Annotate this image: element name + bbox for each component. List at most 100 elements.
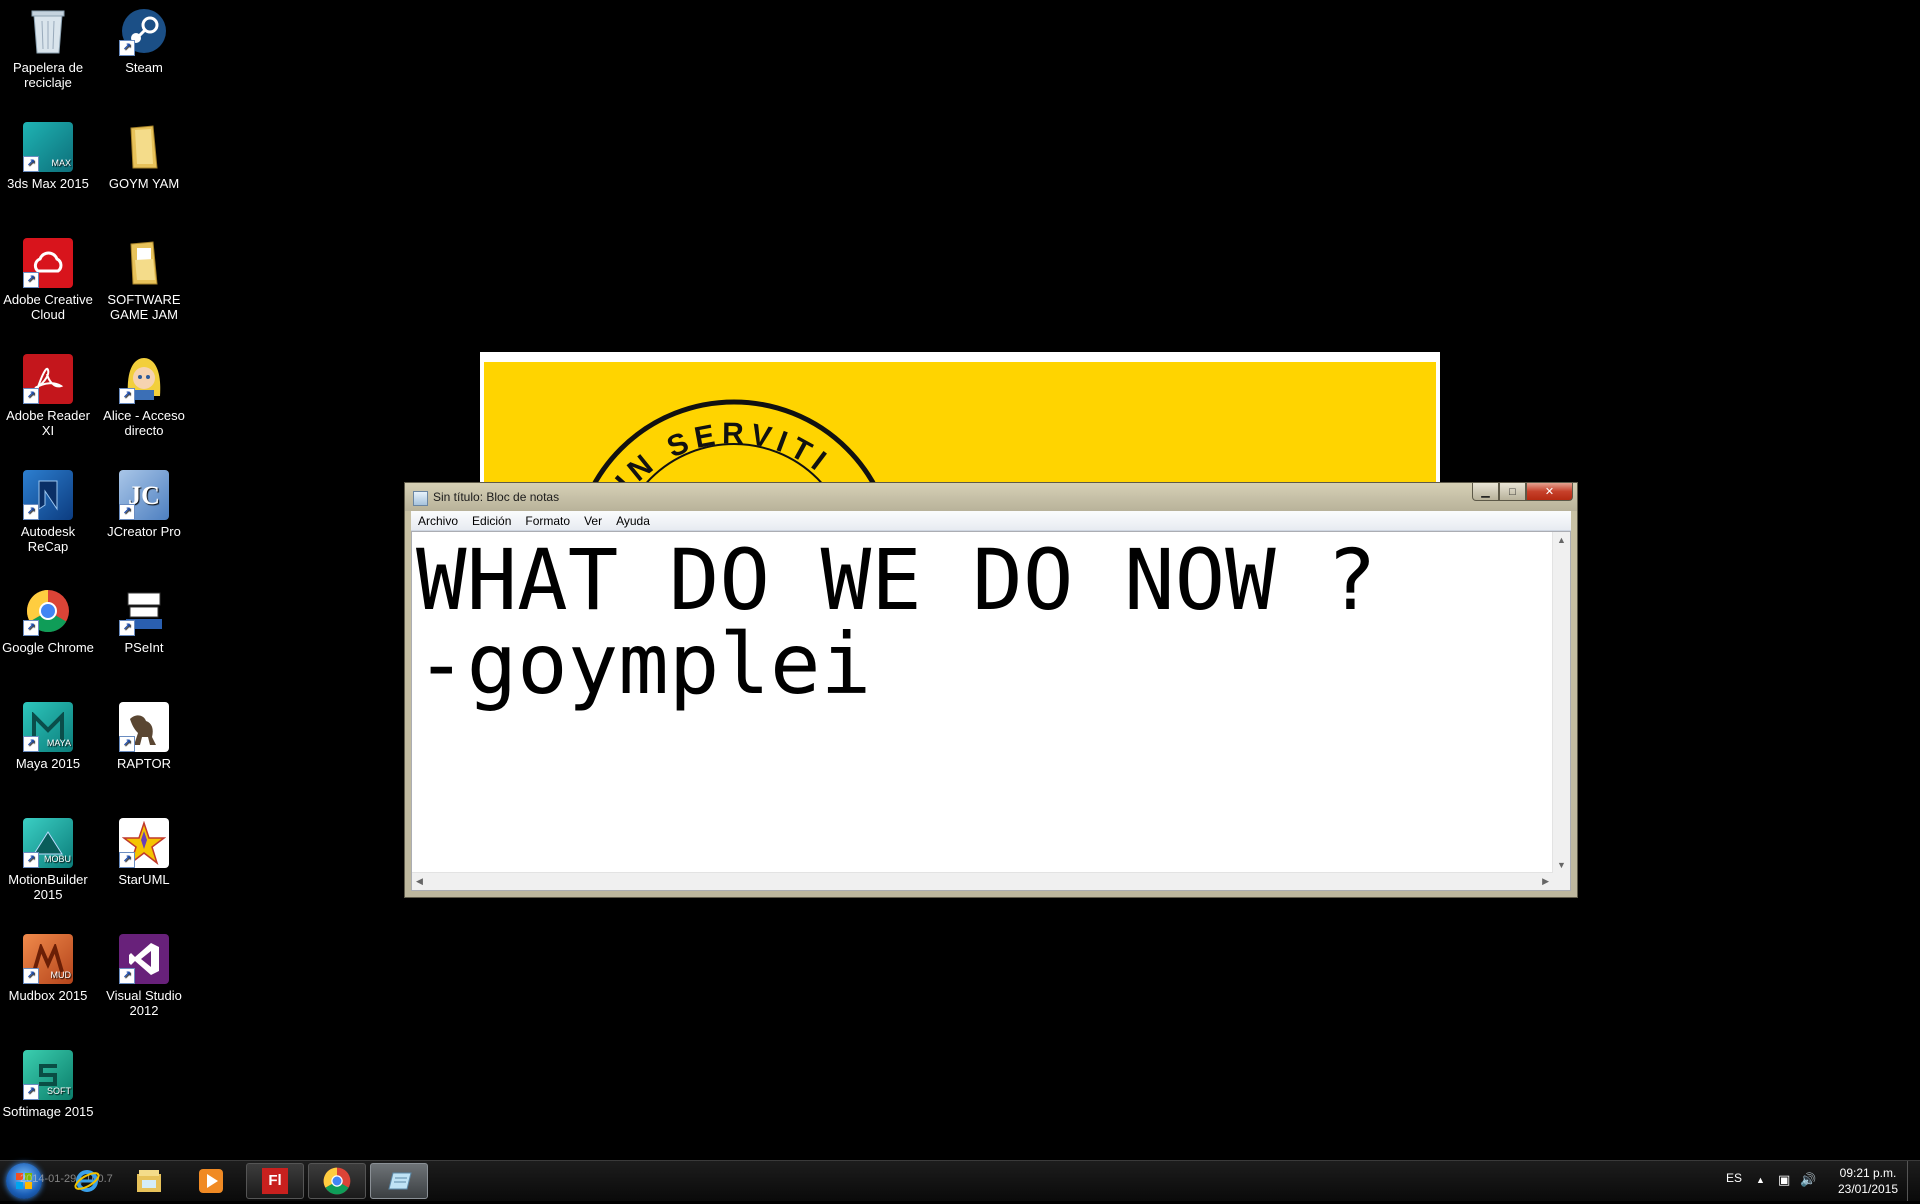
pseint-icon: ↗	[119, 586, 169, 636]
visual-studio-icon: ↗	[119, 934, 169, 984]
shortcut-arrow-icon: ↗	[23, 156, 39, 172]
desktop-icon-label: Maya 2015	[15, 756, 81, 771]
window-controls: ▁ □ ✕	[1472, 483, 1573, 501]
desktop-icon-motionbuilder[interactable]: MOBU ↗ MotionBuilder 2015	[0, 812, 96, 902]
creative-cloud-icon: ↗	[23, 238, 73, 288]
desktop-icon-recycle-bin[interactable]: Papelera de reciclaje	[0, 0, 96, 90]
shortcut-arrow-icon: ↗	[23, 736, 39, 752]
desktop-icon-label: Softimage 2015	[2, 1104, 94, 1119]
desktop-icon-visual-studio[interactable]: ↗ Visual Studio 2012	[96, 928, 192, 1018]
file-explorer-icon[interactable]	[134, 1166, 164, 1196]
desktop-icon-chrome[interactable]: ↗ Google Chrome	[0, 580, 96, 655]
media-player-icon[interactable]	[196, 1166, 226, 1196]
desktop-icon-jcreator[interactable]: JC ↗ JCreator Pro	[96, 464, 192, 539]
clock[interactable]: 09:21 p.m. 23/01/2015	[1830, 1165, 1906, 1197]
notepad-titlebar[interactable]: Sin título: Bloc de notas ▁ □ ✕	[405, 483, 1577, 511]
yellow-banner: IS IN SERVITI	[484, 362, 1436, 492]
chrome-icon: ↗	[23, 586, 73, 636]
folder-icon	[119, 238, 169, 288]
desktop-icon-creative-cloud[interactable]: ↗ Adobe Creative Cloud	[0, 232, 96, 322]
volume-icon[interactable]: 🔊	[1800, 1172, 1816, 1188]
scrollbar-corner	[1553, 873, 1570, 890]
desktop-icon-label: MotionBuilder 2015	[8, 872, 88, 902]
desktop-icon-label: Steam	[125, 60, 163, 75]
menu-ayuda[interactable]: Ayuda	[609, 514, 657, 528]
desktop-icon-label: StarUML	[118, 872, 170, 887]
shortcut-arrow-icon: ↗	[23, 1084, 39, 1100]
desktop-icon-label: PSeInt	[124, 640, 164, 655]
text-line: -goymplei	[416, 615, 872, 713]
recycle-bin-icon	[23, 6, 73, 56]
shortcut-arrow-icon: ↗	[23, 272, 39, 288]
scroll-left-icon[interactable]: ◀	[416, 876, 423, 887]
desktop-icon-label: RAPTOR	[117, 756, 171, 771]
desktop-icon-label: Visual Studio 2012	[106, 988, 182, 1018]
internet-explorer-icon[interactable]	[72, 1166, 102, 1196]
jcreator-icon: JC ↗	[119, 470, 169, 520]
taskbar-flash[interactable]: Fl	[246, 1163, 304, 1199]
alice-icon: ↗	[119, 354, 169, 404]
menu-edicion[interactable]: Edición	[465, 514, 518, 528]
show-desktop-button[interactable]	[1907, 1161, 1920, 1201]
desktop-icon-label: 3ds Max 2015	[7, 176, 89, 191]
desktop-icon-steam[interactable]: ↗ Steam	[96, 0, 192, 75]
shortcut-arrow-icon: ↗	[23, 388, 39, 404]
steam-icon: ↗	[119, 6, 169, 56]
document-text[interactable]: WHAT DO WE DO NOW ? -goymplei	[416, 538, 1550, 868]
notepad-icon	[413, 491, 428, 506]
shortcut-arrow-icon: ↗	[23, 504, 39, 520]
shortcut-arrow-icon: ↗	[23, 852, 39, 868]
desktop-icon-pseint[interactable]: ↗ PSeInt	[96, 580, 192, 655]
desktop-icon-label: SOFTWARE GAME JAM	[107, 292, 181, 322]
horizontal-scrollbar[interactable]: ◀ ▶	[412, 872, 1553, 890]
desktop-icon-adobe-reader[interactable]: ↗ Adobe Reader XI	[0, 348, 96, 438]
desktop-icon-softimage[interactable]: SOFT ↗ Softimage 2015	[0, 1044, 96, 1119]
desktop-icon-recap[interactable]: ↗ Autodesk ReCap	[0, 464, 96, 554]
flash-icon: Fl	[262, 1168, 288, 1194]
desktop-icon-alice[interactable]: ↗ Alice - Acceso directo	[96, 348, 192, 438]
text-line: WHAT DO WE DO NOW ?	[416, 531, 1377, 629]
language-indicator[interactable]: ES	[1726, 1171, 1742, 1185]
close-button[interactable]: ✕	[1526, 483, 1573, 501]
menu-formato[interactable]: Formato	[518, 514, 577, 528]
shortcut-arrow-icon: ↗	[119, 620, 135, 636]
desktop-icon-label: Mudbox 2015	[8, 988, 88, 1003]
maximize-button[interactable]: □	[1499, 483, 1526, 501]
show-hidden-icons-icon[interactable]: ▲	[1756, 1175, 1765, 1185]
desktop-icon-mudbox[interactable]: MUD ↗ Mudbox 2015	[0, 928, 96, 1003]
raptor-icon: ↗	[119, 702, 169, 752]
network-icon[interactable]: ▣	[1778, 1172, 1790, 1188]
background-image-window[interactable]: IS IN SERVITI	[480, 352, 1440, 492]
clock-time: 09:21 p.m.	[1839, 1166, 1897, 1180]
desktop-icon-label: GOYM YAM	[108, 176, 180, 191]
menu-archivo[interactable]: Archivo	[411, 514, 465, 528]
desktop-icon-goym-yam[interactable]: GOYM YAM	[96, 116, 192, 191]
desktop-icon-maya[interactable]: MAYA ↗ Maya 2015	[0, 696, 96, 771]
text-editor-area[interactable]: WHAT DO WE DO NOW ? -goymplei ▲ ▼ ◀ ▶	[411, 531, 1571, 891]
desktop-icon-label: JCreator Pro	[107, 524, 181, 539]
seal-emblem-icon: IS IN SERVITI	[579, 399, 881, 492]
scroll-down-icon[interactable]: ▼	[1557, 860, 1566, 870]
shortcut-arrow-icon: ↗	[119, 968, 135, 984]
desktop-icon-label: Adobe Creative Cloud	[3, 292, 93, 322]
shortcut-arrow-icon: ↗	[119, 504, 135, 520]
vertical-scrollbar[interactable]: ▲ ▼	[1552, 532, 1570, 873]
scroll-up-icon[interactable]: ▲	[1557, 535, 1566, 545]
folder-icon	[119, 122, 169, 172]
shortcut-arrow-icon: ↗	[23, 620, 39, 636]
staruml-icon: ↗	[119, 818, 169, 868]
window-title: Sin título: Bloc de notas	[433, 490, 560, 504]
desktop-icon-raptor[interactable]: ↗ RAPTOR	[96, 696, 192, 771]
scroll-right-icon[interactable]: ▶	[1542, 876, 1549, 887]
menu-ver[interactable]: Ver	[577, 514, 609, 528]
shortcut-arrow-icon: ↗	[23, 968, 39, 984]
shortcut-arrow-icon: ↗	[119, 736, 135, 752]
desktop-icon-staruml[interactable]: ↗ StarUML	[96, 812, 192, 887]
adobe-reader-icon: ↗	[23, 354, 73, 404]
minimize-button[interactable]: ▁	[1472, 483, 1499, 501]
taskbar-chrome[interactable]	[308, 1163, 366, 1199]
taskbar-notepad[interactable]	[370, 1163, 428, 1199]
desktop-icon-software-game-jam[interactable]: SOFTWARE GAME JAM	[96, 232, 192, 322]
desktop-icon-3dsmax[interactable]: MAX ↗ 3ds Max 2015	[0, 116, 96, 191]
notepad-window[interactable]: Sin título: Bloc de notas ▁ □ ✕ Archivo …	[404, 482, 1578, 898]
